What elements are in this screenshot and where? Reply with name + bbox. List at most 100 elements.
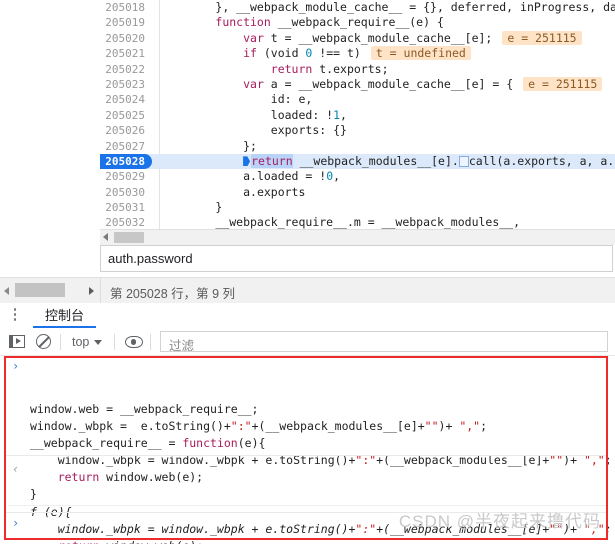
- devtools-tabstrip: 控制台: [0, 303, 615, 330]
- code-token: t.exports;: [312, 61, 389, 76]
- code-line[interactable]: 205028 return __webpack_modules__[e]. cal…: [100, 153, 615, 170]
- console-message-line: window.web = __webpack_require__;: [8, 401, 608, 418]
- scrollbar-thumb[interactable]: [114, 232, 144, 243]
- console-message-line: return window.web(e);: [8, 538, 608, 544]
- code-line[interactable]: 205018 }, __webpack_module_cache__ = {},…: [100, 0, 615, 15]
- console-result-prompt-icon: ‹: [12, 462, 20, 476]
- console-input-prompt-icon: ›: [12, 359, 20, 373]
- code-token: 1: [333, 107, 341, 122]
- code-line[interactable]: 205029 a.loaded = !0,: [100, 169, 615, 184]
- execution-context-select[interactable]: top: [72, 333, 103, 351]
- sidebar-toggle-icon[interactable]: [8, 332, 28, 352]
- console-token: )+: [438, 419, 460, 433]
- console-filter-input[interactable]: 过滤: [160, 331, 608, 353]
- code-line[interactable]: 205022 return t.exports;: [100, 62, 615, 77]
- code-line[interactable]: 205030 a.exports: [100, 185, 615, 200]
- console-filter-placeholder: 过滤: [169, 339, 195, 353]
- line-number[interactable]: 205025: [100, 108, 152, 123]
- scroll-left-arrow-icon[interactable]: [103, 233, 108, 241]
- console-token: window.web(e);: [99, 539, 203, 544]
- line-number[interactable]: 205018: [100, 0, 152, 15]
- code-line[interactable]: 205031 }: [100, 200, 615, 215]
- console-token: window._wbpk = e.toString()+: [30, 419, 231, 433]
- code-line[interactable]: 205024 id: e,: [100, 92, 615, 107]
- code-token: }, __webpack_module_cache__ = {}, deferr…: [215, 0, 615, 14]
- code-line[interactable]: 205021 if (void 0 !== t) t = undefined: [100, 46, 615, 61]
- code-line[interactable]: 205026 exports: {}: [100, 123, 615, 138]
- code-token: __webpack_modules__[e].: [292, 153, 459, 168]
- scroll-left-arrow-icon[interactable]: [4, 287, 9, 295]
- code-token: t = __webpack_module_cache__[e];: [263, 30, 493, 45]
- code-line-text: exports: {}: [152, 123, 347, 138]
- code-token: __webpack_require__.m = __webpack_module…: [215, 215, 521, 230]
- code-line-text: if (void 0 !== t) t = undefined: [152, 46, 471, 61]
- code-token: ,: [333, 169, 341, 184]
- clear-console-icon[interactable]: [34, 332, 54, 352]
- editor-horizontal-scrollbar[interactable]: [100, 229, 615, 245]
- code-line-text: id: e,: [152, 92, 313, 107]
- line-number[interactable]: 205019: [100, 15, 152, 30]
- code-token: return: [270, 61, 313, 76]
- line-number[interactable]: 205020: [100, 31, 152, 46]
- code-line-text: }, __webpack_module_cache__ = {}, deferr…: [152, 0, 615, 15]
- code-token: var: [243, 30, 264, 45]
- console-token: ;: [480, 419, 488, 433]
- console-token: ":": [355, 522, 377, 536]
- expression-input[interactable]: auth.password: [100, 245, 613, 272]
- code-token: var: [243, 76, 264, 91]
- code-line-text: }: [152, 200, 222, 215]
- console-token: function: [182, 436, 238, 450]
- code-line[interactable]: 205025 loaded: !1,: [100, 108, 615, 123]
- code-token: a.loaded = !: [243, 169, 327, 184]
- console-token: ;: [604, 522, 612, 536]
- line-number[interactable]: 205028: [100, 153, 152, 170]
- live-expression-eye-icon[interactable]: [124, 332, 144, 352]
- code-viewer[interactable]: 205018 }, __webpack_module_cache__ = {},…: [100, 0, 615, 232]
- code-line[interactable]: 205019 function __webpack_require__(e) {: [100, 15, 615, 30]
- inline-value-hint: e = 251115: [523, 76, 603, 91]
- code-token: !== t): [312, 46, 361, 61]
- code-token: a = __webpack_module_cache__[e] = {: [263, 76, 514, 91]
- line-number[interactable]: 205023: [100, 77, 152, 92]
- inline-value-hint: e = 251115: [502, 30, 582, 45]
- line-number[interactable]: 205030: [100, 185, 152, 200]
- expression-input-value: auth.password: [108, 251, 193, 266]
- line-number[interactable]: 205024: [100, 92, 152, 107]
- line-number[interactable]: 205031: [100, 200, 152, 215]
- sources-editor-pane: 205018 }, __webpack_module_cache__ = {},…: [0, 0, 615, 232]
- devtools-window: 205018 }, __webpack_module_cache__ = {},…: [0, 0, 615, 544]
- code-token: };: [243, 138, 257, 153]
- console-new-input-prompt-icon[interactable]: ›: [12, 516, 19, 530]
- code-line-text: function __webpack_require__(e) {: [152, 15, 443, 30]
- code-line-text: return t.exports;: [152, 62, 389, 77]
- console-token: window._wbpk = window._wbpk + e.toString…: [30, 522, 356, 536]
- breakpoint-marker-icon[interactable]: [243, 156, 251, 167]
- code-line[interactable]: 205023 var a = __webpack_module_cache__[…: [100, 76, 615, 92]
- line-number[interactable]: 205022: [100, 62, 152, 77]
- more-tools-kebab-icon[interactable]: [8, 308, 22, 324]
- code-token: exports: {}: [270, 123, 347, 138]
- code-token: (void: [256, 46, 306, 61]
- console-toolbar: top 过滤: [0, 329, 615, 356]
- line-number[interactable]: 205029: [100, 169, 152, 184]
- scrollbar-thumb[interactable]: [15, 283, 65, 297]
- line-number[interactable]: 205026: [100, 123, 152, 138]
- scroll-right-arrow-icon[interactable]: [89, 287, 94, 295]
- code-line[interactable]: 205027 };: [100, 139, 615, 154]
- tab-console[interactable]: 控制台: [33, 303, 97, 328]
- toolbar-divider: [150, 334, 151, 350]
- console-token: window.web = __webpack_require__;: [30, 402, 259, 416]
- console-message-line: window._wbpk = e.toString()+":"+(__webpa…: [8, 418, 608, 435]
- status-horizontal-scrollbar[interactable]: [0, 278, 101, 303]
- code-line[interactable]: 205020 var t = __webpack_module_cache__[…: [100, 30, 615, 46]
- console-token: __webpack_require__ =: [30, 436, 183, 450]
- console-message-area[interactable]: › window.web = __webpack_require__;windo…: [0, 356, 615, 544]
- console-token: (e){: [237, 436, 266, 450]
- line-number[interactable]: 205027: [100, 139, 152, 154]
- code-token: return: [251, 153, 293, 168]
- editor-left-margin: [0, 0, 101, 232]
- execution-context-label: top: [72, 335, 90, 349]
- code-line-text: return __webpack_modules__[e]. call(a.exp…: [152, 153, 615, 169]
- code-token: call(a.exports, a, a.exports,: [468, 153, 615, 168]
- line-number[interactable]: 205021: [100, 46, 152, 61]
